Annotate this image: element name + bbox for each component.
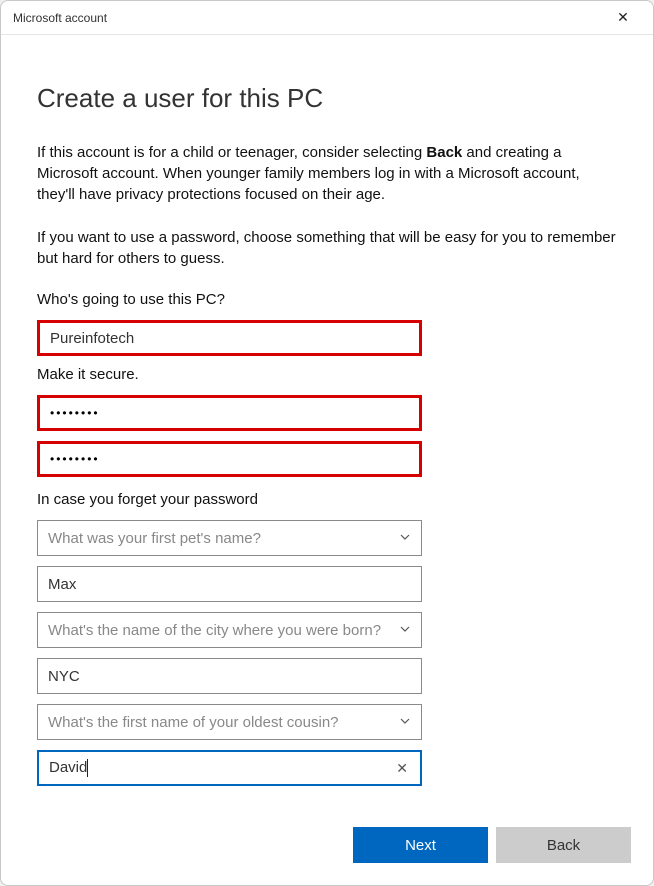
page-title: Create a user for this PC [37,83,617,114]
security-q2-text: What's the name of the city where you we… [48,622,381,639]
security-answer-1-input[interactable]: Max [37,566,422,602]
security-question-3-select[interactable]: What's the first name of your oldest cou… [37,704,422,740]
content-area: Create a user for this PC If this accoun… [1,35,653,809]
footer: Next Back [1,809,653,885]
chevron-down-icon [399,714,411,731]
username-value: Pureinfotech [50,330,409,347]
confirm-password-input[interactable]: •••••••• [37,441,422,477]
security-answer-2-input[interactable]: NYC [37,658,422,694]
chevron-down-icon [399,622,411,639]
window: Microsoft account ✕ Create a user for th… [0,0,654,886]
chevron-down-icon [399,530,411,547]
security-label: In case you forget your password [37,491,617,508]
password-input[interactable]: •••••••• [37,395,422,431]
password-value: •••••••• [50,406,409,420]
description-1: If this account is for a child or teenag… [37,142,617,205]
security-a3-value: David [49,759,394,777]
description-2: If you want to use a password, choose so… [37,227,617,269]
desc1-bold: Back [426,144,462,161]
security-a1-value: Max [48,576,411,593]
password-label: Make it secure. [37,366,617,383]
back-button[interactable]: Back [496,827,631,863]
security-answer-3-input[interactable]: David ✕ [37,750,422,786]
desc1-part-a: If this account is for a child or teenag… [37,144,426,161]
security-q1-text: What was your first pet's name? [48,530,261,547]
security-q3-text: What's the first name of your oldest cou… [48,714,339,731]
security-a2-value: NYC [48,668,411,685]
clear-icon[interactable]: ✕ [394,760,410,777]
window-title: Microsoft account [13,11,603,25]
security-question-2-select[interactable]: What's the name of the city where you we… [37,612,422,648]
close-icon[interactable]: ✕ [603,4,643,32]
username-label: Who's going to use this PC? [37,291,617,308]
security-question-1-select[interactable]: What was your first pet's name? [37,520,422,556]
confirm-password-value: •••••••• [50,452,409,466]
next-button[interactable]: Next [353,827,488,863]
username-input[interactable]: Pureinfotech [37,320,422,356]
titlebar: Microsoft account ✕ [1,1,653,35]
